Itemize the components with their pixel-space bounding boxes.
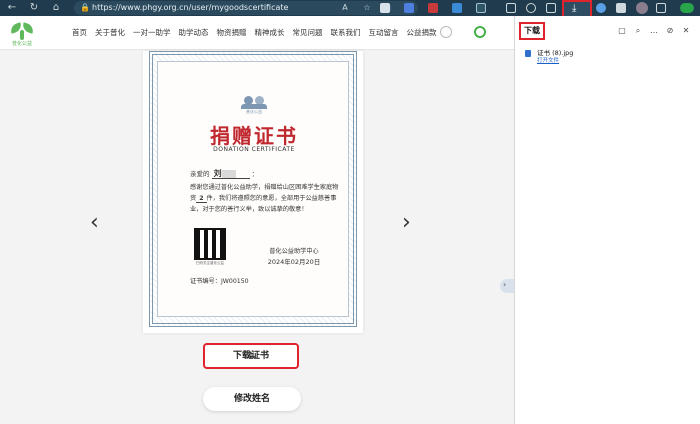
favorite-star-icon[interactable]: ☆ <box>362 3 372 13</box>
user-icon[interactable] <box>440 26 452 38</box>
certificate-greeting: 亲爱的 刘 ： <box>190 169 259 179</box>
home-icon[interactable]: ⌂ <box>50 2 62 14</box>
menu-item-growth[interactable]: 精神成长 <box>255 26 285 40</box>
browser-toolbar: ← ↻ ⌂ 🔒 https://www.phgy.org.cn/user/myg… <box>0 0 700 26</box>
certificate-card: 普化公益 捐赠证书 DONATION CERTIFICATE 亲爱的 刘 ： 感… <box>143 51 363 333</box>
settings-menu-icon[interactable] <box>656 3 666 13</box>
translate-extension-icon[interactable] <box>404 3 414 13</box>
notification-badge[interactable] <box>680 3 694 13</box>
lock-icon: 🔒 <box>80 3 90 12</box>
url-text: https://www.phgy.org.cn/user/mygoodscert… <box>92 3 289 12</box>
downloads-panel: 下载 ▢ ⌕ … ⊘ ✕ 证书 (8).jpg 打开文件 <box>514 16 700 424</box>
downloads-title-box: 下载 <box>519 22 545 40</box>
blue-extension-icon[interactable] <box>452 3 462 13</box>
read-aloud-icon[interactable]: A <box>340 3 350 13</box>
menu-item-faq[interactable]: 常见问题 <box>293 26 323 40</box>
main-content: ‹ › 普化公益 捐赠证书 DONATION CERTIFICATE 亲爱的 刘… <box>0 51 514 424</box>
file-icon <box>525 50 531 57</box>
menu-item-about[interactable]: 关于普化 <box>95 26 125 40</box>
more-options-icon[interactable]: … <box>649 26 659 36</box>
certificate-org: 普化公益助学中心 <box>269 248 319 255</box>
downloads-title: 下载 <box>524 26 540 35</box>
certificate-number: 证书编号：JW00150 <box>190 278 249 285</box>
site-header: 普化公益 首页 关于普化 一对一助学 助学动态 物资捐赠 精神成长 常见问题 联… <box>0 16 514 50</box>
menu-item-home[interactable]: 首页 <box>72 26 87 40</box>
certificate-title: 捐赠证书 <box>210 124 298 148</box>
site-logo[interactable]: 普化公益 <box>8 20 36 47</box>
collections-icon[interactable] <box>546 3 556 13</box>
unpin-icon[interactable]: ⊘ <box>665 26 675 36</box>
menu-item-charity[interactable]: 公益捐款 <box>407 26 437 40</box>
certificate-date: 2024年02月20日 <box>267 258 321 266</box>
certificate-body: 感谢您通过普化公益助学，捐赠给山区困难学生家庭物资 2 件，我们将遵照您的意愿，全部… <box>190 184 339 213</box>
favorites-icon[interactable] <box>526 3 536 13</box>
open-file-link[interactable]: 打开文件 <box>537 56 559 64</box>
folder-icon[interactable]: ▢ <box>617 26 627 36</box>
shield-extension-icon[interactable] <box>380 3 390 13</box>
logo-text: 普化公益 <box>11 41 32 47</box>
menu-item-messages[interactable]: 互动留言 <box>369 26 399 40</box>
search-icon[interactable] <box>474 26 486 38</box>
qr-caption: 扫码关注普化公益 <box>196 261 224 265</box>
close-icon[interactable]: ✕ <box>681 26 691 36</box>
certificate-subtitle: DONATION CERTIFICATE <box>213 146 295 153</box>
download-item[interactable]: 证书 (8).jpg 打开文件 <box>523 46 693 66</box>
menu-item-news[interactable]: 助学动态 <box>179 26 209 40</box>
refresh-icon[interactable]: ↻ <box>28 2 40 14</box>
menu-item-donation[interactable]: 物资捐赠 <box>217 26 247 40</box>
donor-name: 刘 <box>211 169 250 179</box>
donation-quantity: 2 <box>196 195 207 203</box>
rename-button[interactable]: 修改姓名 <box>203 387 301 411</box>
download-icon: ⤓ <box>572 3 577 14</box>
browser-essentials-icon[interactable] <box>616 3 626 13</box>
next-arrow-icon[interactable]: › <box>402 211 411 235</box>
address-bar[interactable]: 🔒 https://www.phgy.org.cn/user/mygoodsce… <box>74 1 418 15</box>
search-icon[interactable]: ⌕ <box>633 26 643 36</box>
prev-arrow-icon[interactable]: ‹ <box>90 211 99 235</box>
download-certificate-button[interactable]: ⤓ 下载证书 <box>203 343 299 369</box>
profile-sync-icon[interactable] <box>596 3 606 13</box>
menu-item-contact[interactable]: 联系我们 <box>331 26 361 40</box>
puzzle-extension-icon[interactable] <box>476 3 486 13</box>
certificate-logo: 普化公益 <box>236 96 272 114</box>
sidebar-collapse-tab[interactable]: › <box>500 279 514 293</box>
back-icon[interactable]: ← <box>6 2 18 14</box>
avatar[interactable] <box>636 2 648 14</box>
split-screen-icon[interactable] <box>506 3 516 13</box>
main-menu: 首页 关于普化 一对一助学 助学动态 物资捐赠 精神成长 常见问题 联系我们 互… <box>72 26 445 40</box>
red-extension-icon[interactable] <box>428 3 438 13</box>
qr-code <box>194 228 226 260</box>
menu-item-one-on-one[interactable]: 一对一助学 <box>133 26 171 40</box>
certificate: 普化公益 捐赠证书 DONATION CERTIFICATE 亲爱的 刘 ： 感… <box>157 61 349 317</box>
